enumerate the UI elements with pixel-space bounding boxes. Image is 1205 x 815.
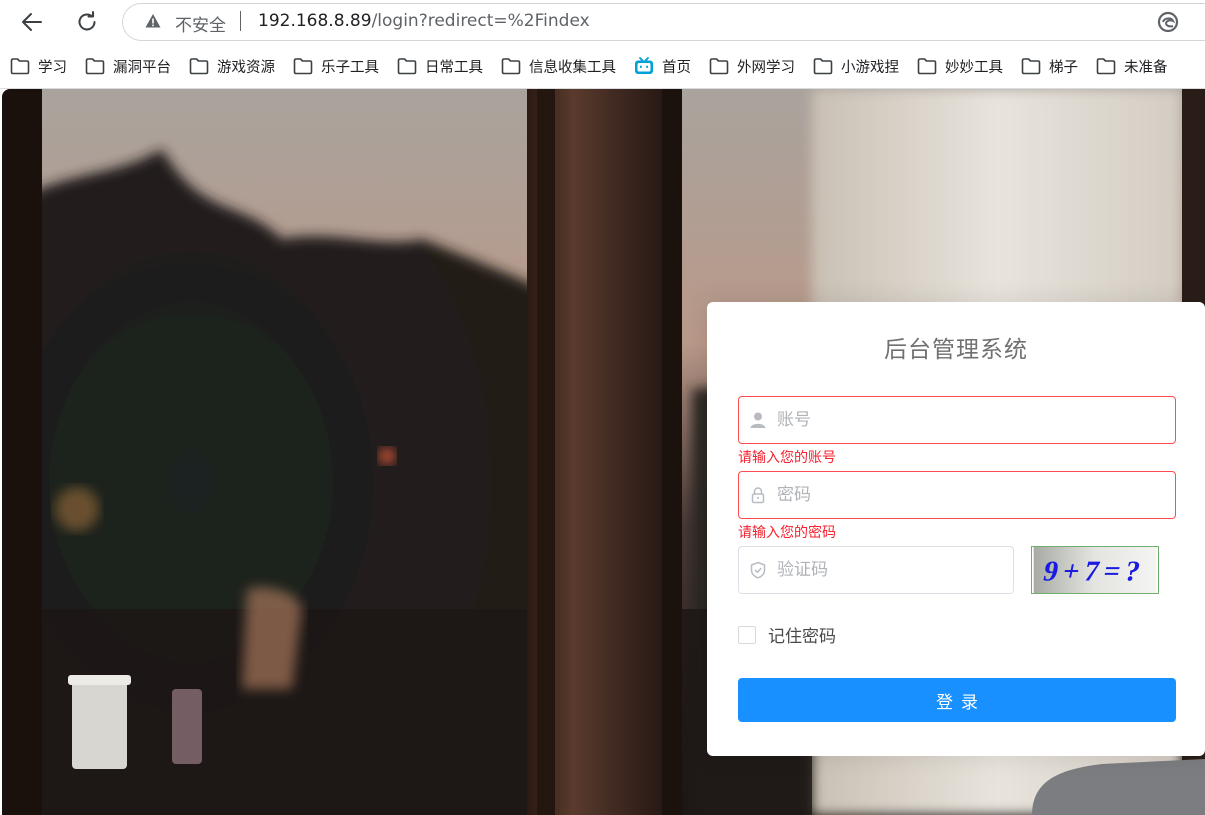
bookmark-label: 外网学习 [737,59,795,76]
folder-icon [709,58,729,75]
bookmark-item[interactable]: 首页 [624,51,699,81]
bookmark-item[interactable]: 小游戏捏 [803,51,907,81]
edge-extension-icon[interactable] [1157,11,1179,33]
folder-icon [1021,58,1041,75]
bookmark-item[interactable]: 妙妙工具 [907,51,1011,81]
username-input[interactable] [777,397,1157,443]
folder-icon [917,58,937,75]
login-title: 后台管理系统 [884,337,1028,363]
folder-icon [10,58,30,75]
folder-icon [1096,58,1116,75]
back-button[interactable] [18,8,46,36]
reload-button[interactable] [73,8,101,36]
captcha-field[interactable] [738,546,1014,594]
bookmark-item[interactable]: 梯子 [1011,51,1086,81]
folder-icon [397,58,417,75]
folder-icon [813,58,833,75]
folder-icon [85,58,105,75]
login-card: 后台管理系统 请输入您的账号 请输入您的密码 [707,302,1205,756]
url-host: 192.168.8.89 [258,11,372,31]
bilibili-icon [635,57,653,74]
bookmark-item[interactable]: 外网学习 [699,51,803,81]
bookmark-label: 乐子工具 [321,59,379,76]
captcha-image[interactable]: 9+7=? [1031,546,1159,594]
password-field[interactable] [738,471,1176,519]
insecure-label[interactable]: 不安全 [175,11,226,36]
bookmark-label: 漏洞平台 [113,59,171,76]
reload-icon [78,11,96,31]
captcha-input[interactable] [777,547,997,593]
bookmark-label: 妙妙工具 [945,59,1003,76]
password-input[interactable] [777,472,1157,518]
bookmark-item[interactable]: 乐子工具 [283,51,387,81]
username-error: 请输入您的账号 [738,450,836,466]
url-text[interactable]: 192.168.8.89/login?redirect=%2Findex [258,11,590,31]
username-field[interactable] [738,396,1176,444]
remember-label: 记住密码 [768,627,836,647]
bookmark-label: 游戏资源 [217,59,275,76]
bookmark-label: 未准备 [1124,59,1168,76]
bookmark-label: 日常工具 [425,59,483,76]
bookmark-item[interactable]: 信息收集工具 [491,51,624,81]
address-separator [240,11,241,31]
bookmark-item[interactable]: 未准备 [1086,51,1176,81]
back-arrow-icon [22,13,42,31]
bookmark-item[interactable]: 游戏资源 [179,51,283,81]
bookmark-label: 学习 [38,59,67,76]
warning-triangle-icon[interactable] [145,13,161,29]
url-path: /login?redirect=%2Findex [371,11,590,31]
bookmarks-bar: 学习 漏洞平台 游戏资源 乐子工具 日常工具 信息收集工具 首页 外网学习 小游戏捏 妙妙工具 梯子… [0,44,1205,89]
bookmark-item[interactable]: 学习 [0,51,75,81]
bookmark-label: 首页 [662,59,691,76]
lock-icon [751,487,765,504]
bookmark-item[interactable]: 漏洞平台 [75,51,179,81]
folder-icon [293,58,313,75]
bookmark-item[interactable]: 日常工具 [387,51,491,81]
shield-icon [750,561,766,579]
user-icon [750,412,766,428]
folder-icon [501,58,521,75]
password-error: 请输入您的密码 [738,525,836,541]
login-page: 后台管理系统 请输入您的账号 请输入您的密码 [2,89,1205,815]
bookmark-label: 小游戏捏 [841,59,899,76]
remember-checkbox[interactable] [738,625,756,644]
remember-password[interactable]: 记住密码 [738,622,836,647]
browser-toolbar: 不安全 192.168.8.89/login?redirect=%2Findex [0,0,1205,44]
folder-icon [189,58,209,75]
login-button[interactable]: 登录 [738,678,1176,722]
bookmark-label: 梯子 [1049,59,1078,76]
bookmark-label: 信息收集工具 [529,59,616,76]
